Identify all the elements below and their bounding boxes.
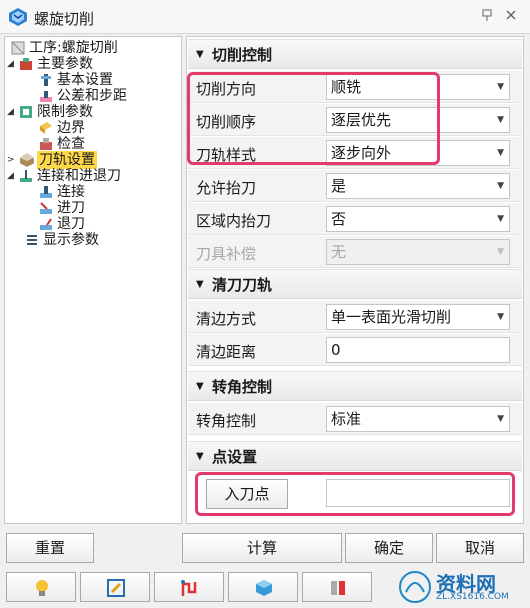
approach-icon bbox=[40, 202, 52, 214]
edge-distance-input[interactable]: 0 bbox=[326, 337, 510, 363]
cut-order-select[interactable]: 逐层优先 ▼ bbox=[326, 107, 510, 133]
dropdown-arrow-icon: ▼ bbox=[497, 312, 504, 322]
section-point-settings[interactable]: ▼ 点设置 bbox=[188, 441, 522, 471]
section-title: 转角控制 bbox=[212, 378, 273, 396]
bulb-icon bbox=[36, 580, 48, 596]
select-value: 单一表面光滑切削 bbox=[331, 308, 452, 326]
entry-point-input[interactable] bbox=[326, 479, 510, 507]
section-corner-control[interactable]: ▼ 转角控制 bbox=[188, 371, 522, 401]
corner-control-select[interactable]: 标准 ▼ bbox=[326, 406, 510, 432]
dropdown-arrow-icon: ▼ bbox=[497, 148, 504, 158]
select-value: 是 bbox=[331, 177, 347, 195]
dropdown-arrow-icon: ▼ bbox=[497, 214, 504, 224]
row-tool-compensation: 刀具补偿 无 ▼ bbox=[188, 236, 522, 268]
main-params-icon bbox=[20, 58, 32, 70]
watermark-url: ZL.XS1616.COM bbox=[436, 592, 509, 602]
app-icon bbox=[9, 8, 27, 26]
link-icon bbox=[20, 170, 32, 182]
collapse-icon[interactable]: ▼ bbox=[196, 372, 204, 402]
row-edge-distance: 清边距离 0 bbox=[188, 334, 522, 366]
row-cut-order: 切削顺序 逐层优先 ▼ bbox=[188, 104, 522, 136]
connect-icon bbox=[40, 186, 52, 198]
boundary-icon bbox=[40, 122, 52, 134]
row-label: 区域内抬刀 bbox=[196, 212, 272, 230]
row-label: 切削方向 bbox=[196, 80, 257, 98]
dropdown-arrow-icon: ▼ bbox=[497, 181, 504, 191]
close-icon[interactable] bbox=[502, 8, 520, 26]
operation-icon bbox=[11, 41, 25, 55]
tolerance-icon bbox=[40, 91, 52, 102]
collapse-icon[interactable]: ◢ bbox=[7, 171, 17, 181]
window-title: 螺旋切削 bbox=[34, 10, 95, 28]
dropdown-arrow-icon: ▼ bbox=[497, 115, 504, 125]
retract-icon bbox=[40, 218, 52, 230]
simulate-icon bbox=[256, 580, 272, 596]
cancel-button[interactable]: 取消 bbox=[436, 533, 524, 563]
compute-button[interactable]: 计算 bbox=[182, 533, 342, 563]
watermark-logo: 资料网 ZL.XS1616.COM bbox=[398, 570, 524, 604]
row-entry-point: 入刀点 bbox=[188, 473, 522, 513]
select-value: 顺铣 bbox=[331, 78, 362, 96]
select-value: 标准 bbox=[331, 410, 362, 428]
select-value: 否 bbox=[331, 210, 347, 228]
edit-icon bbox=[107, 579, 125, 597]
tree-label: 显示参数 bbox=[43, 232, 99, 248]
dropdown-arrow-icon: ▼ bbox=[497, 247, 504, 257]
tool-compensation-select: 无 ▼ bbox=[326, 239, 510, 265]
row-lift-in-region: 区域内抬刀 否 ▼ bbox=[188, 203, 522, 235]
row-label: 清边距离 bbox=[196, 343, 257, 361]
select-value: 逐步向外 bbox=[331, 144, 392, 162]
display-icon bbox=[27, 235, 37, 245]
row-corner-control: 转角控制 标准 ▼ bbox=[188, 403, 522, 435]
row-cut-direction: 切削方向 顺铣 ▼ bbox=[188, 71, 522, 103]
ok-button[interactable]: 确定 bbox=[345, 533, 433, 563]
row-label: 允许抬刀 bbox=[196, 179, 257, 197]
reset-button[interactable]: 重置 bbox=[6, 533, 94, 563]
cut-direction-select[interactable]: 顺铣 ▼ bbox=[326, 74, 510, 100]
section-title: 点设置 bbox=[212, 448, 258, 466]
parameter-panel: ▼ 切削控制 切削方向 顺铣 ▼ 切削顺序 逐层优先 ▼ 刀轨样式 逐步向外 ▼ 允许… bbox=[186, 36, 524, 524]
limit-params-icon bbox=[20, 106, 32, 118]
allow-lift-select[interactable]: 是 ▼ bbox=[326, 173, 510, 199]
row-label: 刀具补偿 bbox=[196, 245, 257, 263]
parameter-tree: 工序:螺旋切削 ◢ 主要参数 基本设置 公差和步距 ◢ 限制参数 边界 检查 >… bbox=[4, 36, 182, 524]
select-value: 无 bbox=[331, 243, 347, 261]
toolpath-style-select[interactable]: 逐步向外 ▼ bbox=[326, 140, 510, 166]
edit-button[interactable] bbox=[80, 572, 150, 602]
section-title: 清刀刀轨 bbox=[212, 276, 273, 294]
toolpath-preview-button[interactable] bbox=[154, 572, 224, 602]
bulb-button[interactable] bbox=[6, 572, 76, 602]
check-icon bbox=[40, 138, 52, 150]
entry-point-button[interactable]: 入刀点 bbox=[206, 479, 288, 509]
edge-method-select[interactable]: 单一表面光滑切削 ▼ bbox=[326, 304, 510, 330]
lift-in-region-select[interactable]: 否 ▼ bbox=[326, 206, 510, 232]
section-cutting-control[interactable]: ▼ 切削控制 bbox=[188, 39, 522, 69]
row-label: 转角控制 bbox=[196, 412, 257, 430]
collapse-icon[interactable]: ◢ bbox=[7, 107, 17, 117]
basic-settings-icon bbox=[41, 74, 51, 86]
tool-button[interactable] bbox=[302, 572, 372, 602]
expand-icon[interactable]: > bbox=[7, 155, 17, 165]
row-label: 刀轨样式 bbox=[196, 146, 257, 164]
row-label: 切削顺序 bbox=[196, 113, 257, 131]
select-value: 逐层优先 bbox=[331, 111, 392, 129]
toolpath-icon bbox=[20, 153, 34, 167]
pin-icon[interactable] bbox=[478, 8, 496, 26]
section-title: 切削控制 bbox=[212, 46, 273, 64]
row-label: 清边方式 bbox=[196, 310, 257, 328]
tool-icon bbox=[331, 581, 345, 595]
row-toolpath-style: 刀轨样式 逐步向外 ▼ bbox=[188, 137, 522, 169]
collapse-icon[interactable]: ▼ bbox=[196, 442, 204, 472]
row-edge-method: 清边方式 单一表面光滑切削 ▼ bbox=[188, 301, 522, 333]
collapse-icon[interactable]: ▼ bbox=[196, 270, 204, 300]
section-cleanup[interactable]: ▼ 清刀刀轨 bbox=[188, 269, 522, 299]
row-allow-lift: 允许抬刀 是 ▼ bbox=[188, 170, 522, 202]
toolpath-preview-icon bbox=[181, 580, 197, 596]
dropdown-arrow-icon: ▼ bbox=[497, 82, 504, 92]
collapse-icon[interactable]: ▼ bbox=[196, 40, 204, 70]
collapse-icon[interactable]: ◢ bbox=[7, 59, 17, 69]
title-bar: 螺旋切削 bbox=[0, 0, 530, 34]
dropdown-arrow-icon: ▼ bbox=[497, 414, 504, 424]
simulate-button[interactable] bbox=[228, 572, 298, 602]
